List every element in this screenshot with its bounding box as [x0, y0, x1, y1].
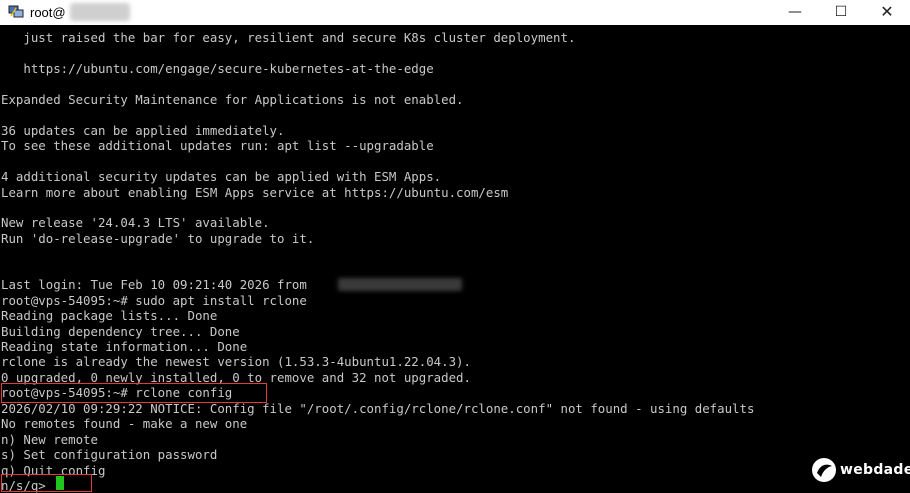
- terminal-line: n) New remote: [1, 431, 98, 447]
- terminal-line: Reading package lists... Done: [1, 308, 218, 324]
- terminal-cursor: [56, 476, 64, 490]
- terminal-line: rclone is already the newest version (1.…: [1, 354, 471, 370]
- minimize-button[interactable]: —: [772, 0, 818, 25]
- window-title: root@: [30, 5, 66, 20]
- terminal-line: 4 additional security updates can be app…: [1, 169, 442, 185]
- terminal-line: New release '24.04.3 LTS' available.: [1, 215, 270, 231]
- terminal-line: Learn more about enabling ESM Apps servi…: [1, 184, 509, 200]
- redacted-hostname: [70, 3, 130, 21]
- terminal-line: No remotes found - make a new one: [1, 416, 248, 432]
- title-bar[interactable]: root@ — ☐ ✕: [0, 0, 910, 26]
- terminal-line: 36 updates can be applied immediately.: [1, 122, 285, 138]
- terminal-line: just raised the bar for easy, resilient …: [1, 30, 576, 45]
- highlight-rclone-config: [1, 383, 267, 403]
- terminal-line: s) Set configuration password: [1, 447, 218, 463]
- close-button[interactable]: ✕: [864, 0, 910, 25]
- terminal-line: Reading state information... Done: [1, 339, 248, 354]
- putty-icon: [8, 5, 24, 18]
- terminal-line: To see these additional updates run: apt…: [1, 138, 434, 154]
- terminal-line: Run 'do-release-upgrade' to upgrade to i…: [1, 230, 315, 246]
- terminal-line: https://ubuntu.com/engage/secure-kuberne…: [1, 60, 434, 76]
- terminal-line: Building dependency tree... Done: [1, 323, 240, 339]
- webdade-logo-icon: [812, 458, 836, 482]
- terminal-line: 2026/02/10 09:29:22 NOTICE: Config file …: [1, 400, 755, 416]
- terminal-line: Expanded Security Maintenance for Applic…: [1, 91, 464, 107]
- terminal-line: root@vps-54095:~# sudo apt install rclon…: [1, 292, 307, 308]
- highlight-prompt: [1, 474, 92, 492]
- terminal-line: Last login: Tue Feb 10 09:21:40 2026 fro…: [1, 277, 307, 293]
- maximize-button[interactable]: ☐: [818, 0, 864, 25]
- webdade-logo: webdade: [810, 456, 910, 486]
- redacted-ip: [338, 278, 462, 291]
- webdade-logo-text: webdade: [840, 462, 910, 478]
